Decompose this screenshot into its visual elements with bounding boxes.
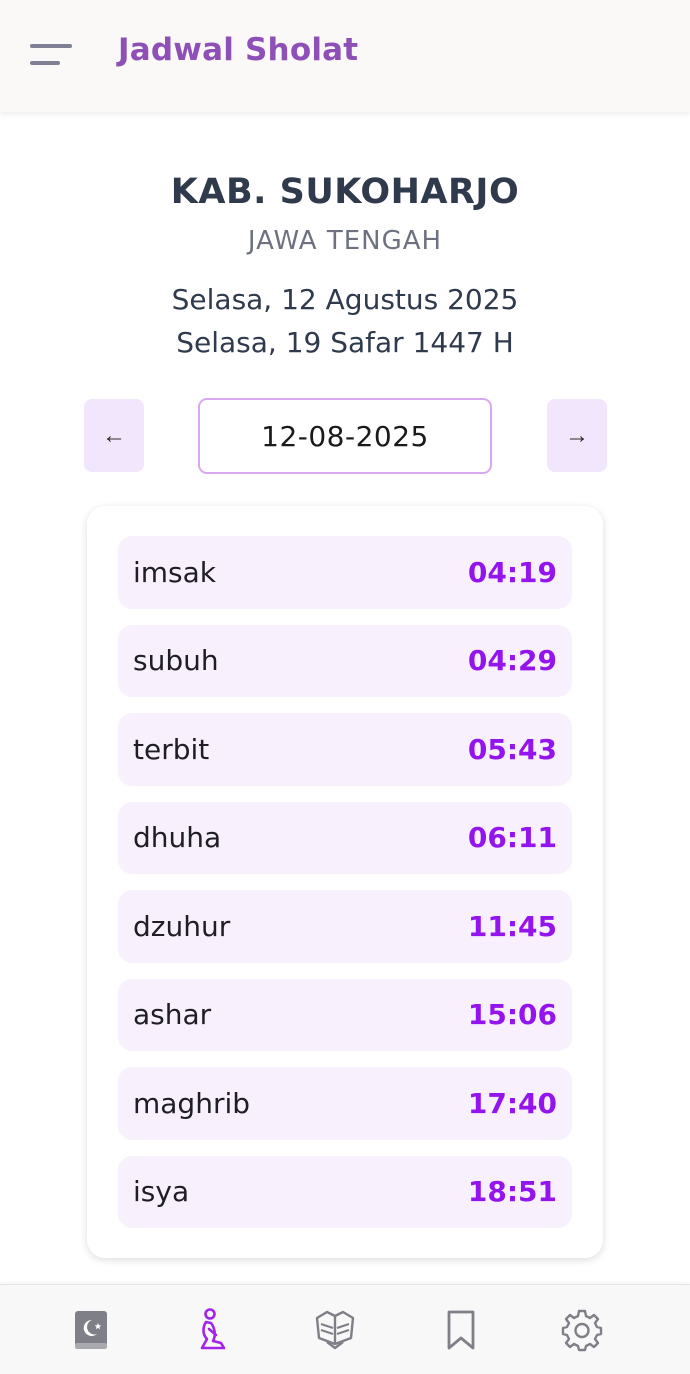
prayer-row-dhuha: dhuha 06:11 (118, 801, 572, 874)
prayer-row-ashar: ashar 15:06 (118, 978, 572, 1051)
prayer-times-list: imsak 04:19 subuh 04:29 terbit 05:43 dhu… (118, 536, 572, 1228)
quran-book-icon (75, 1311, 107, 1349)
prayer-name: maghrib (133, 1086, 251, 1120)
date-input[interactable] (198, 398, 492, 474)
nav-item-reading[interactable] (312, 1307, 358, 1353)
next-day-button[interactable]: → (547, 399, 607, 472)
prayer-row-isya: isya 18:51 (118, 1155, 572, 1228)
prayer-row-dzuhur: dzuhur 11:45 (118, 890, 572, 963)
location-province: JAWA TENGAH (247, 226, 443, 256)
prayer-time: 04:19 (467, 555, 557, 589)
prayer-row-terbit: terbit 05:43 (118, 713, 572, 786)
prayer-time: 04:29 (467, 644, 557, 678)
prayer-name: dhuha (133, 821, 222, 855)
prayer-time: 11:45 (467, 909, 557, 943)
hijri-date: Selasa, 19 Safar 1447 H (176, 326, 514, 359)
gear-icon (561, 1309, 603, 1352)
prayer-name: imsak (133, 555, 217, 589)
previous-day-button[interactable]: ← (84, 399, 144, 472)
prayer-name: subuh (133, 644, 219, 678)
prayer-name: ashar (133, 998, 212, 1032)
nav-item-settings[interactable] (559, 1307, 605, 1353)
prayer-row-imsak: imsak 04:19 (118, 536, 572, 609)
nav-item-prayer-times[interactable] (188, 1307, 234, 1353)
nav-item-bookmarks[interactable] (438, 1307, 484, 1353)
prayer-time: 05:43 (467, 732, 557, 766)
location-name: KAB. SUKOHARJO (170, 172, 520, 212)
prayer-time: 18:51 (467, 1175, 557, 1209)
open-book-icon (315, 1310, 355, 1350)
prayer-name: isya (133, 1175, 190, 1209)
prayer-name: terbit (133, 732, 210, 766)
page-title: Jadwal Sholat (118, 32, 359, 68)
app-header: Jadwal Sholat (0, 0, 690, 112)
gregorian-date: Selasa, 12 Agustus 2025 (171, 283, 519, 316)
prayer-person-icon (200, 1308, 226, 1350)
bookmark-icon (447, 1310, 475, 1350)
nav-item-quran[interactable] (68, 1307, 114, 1353)
prayer-name: dzuhur (133, 909, 231, 943)
prayer-row-subuh: subuh 04:29 (118, 624, 572, 697)
bottom-navigation (0, 1284, 690, 1374)
prayer-row-maghrib: maghrib 17:40 (118, 1067, 572, 1140)
menu-icon[interactable] (30, 42, 74, 68)
prayer-time: 06:11 (467, 821, 557, 855)
prayer-time: 17:40 (467, 1086, 557, 1120)
prayer-time: 15:06 (467, 998, 557, 1032)
prayer-times-card: imsak 04:19 subuh 04:29 terbit 05:43 dhu… (87, 506, 603, 1258)
